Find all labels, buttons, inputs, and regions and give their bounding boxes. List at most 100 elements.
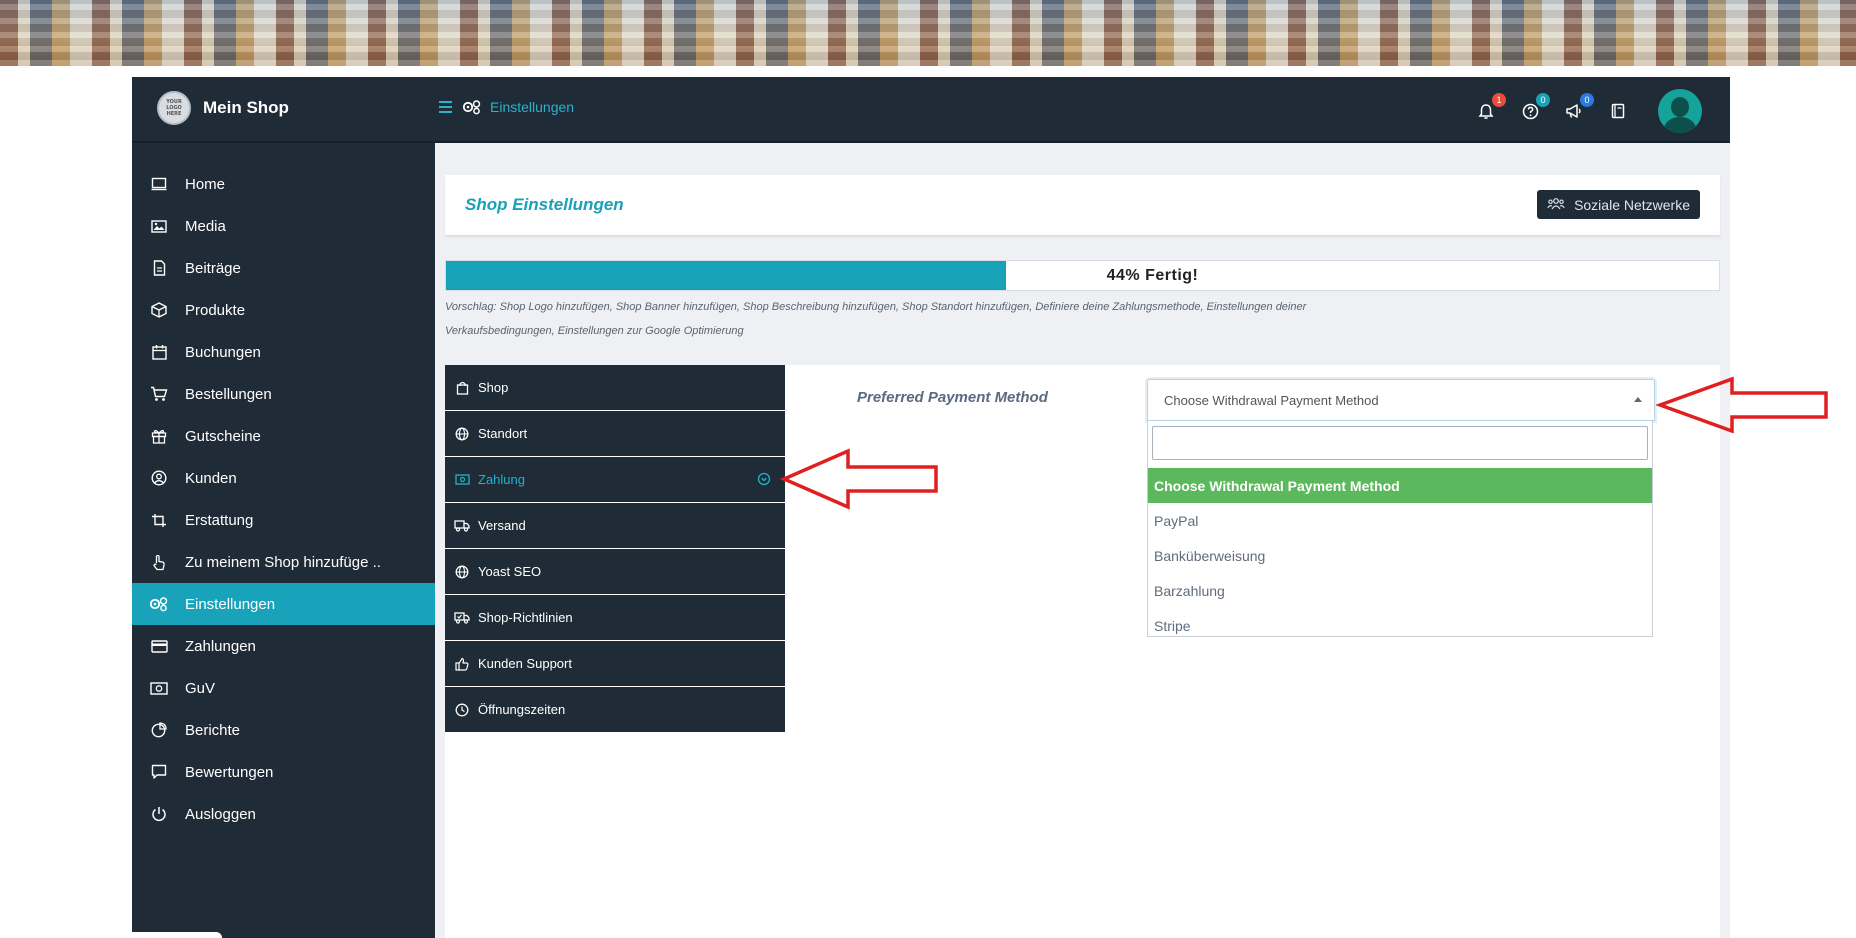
sidebar-item-beitraege[interactable]: Beiträge [132, 247, 435, 289]
payment-method-dropdown: Choose Withdrawal Payment Method PayPal … [1147, 421, 1653, 637]
select-current-value: Choose Withdrawal Payment Method [1164, 393, 1379, 408]
tab-yoast-seo[interactable]: Yoast SEO [445, 549, 785, 595]
document-icon [148, 259, 170, 277]
main-content: Shop Einstellungen Soziale Netzwerke 44%… [435, 143, 1730, 938]
sidebar-item-gutscheine[interactable]: Gutscheine [132, 415, 435, 457]
dropdown-search-input[interactable] [1152, 426, 1648, 460]
sidebar-item-label: Produkte [185, 301, 246, 319]
progress-label: 44% Fertig! [1106, 266, 1199, 284]
settings-tabs: Shop Standort Zahlung Versand Yoast SEO … [445, 365, 785, 733]
crop-icon [148, 511, 170, 529]
page-title: Shop Einstellungen [465, 195, 624, 214]
sidebar-item-label: GuV [185, 679, 216, 697]
chevron-circle-icon [757, 472, 771, 489]
sidebar-item-label: Berichte [185, 721, 241, 739]
calendar-icon [148, 343, 170, 361]
shopping-bag-icon [454, 380, 470, 396]
sidebar-item-label: Einstellungen [185, 595, 276, 613]
credit-card-icon [148, 637, 170, 655]
tab-label: Zahlung [478, 472, 525, 487]
option-choose-method[interactable]: Choose Withdrawal Payment Method [1148, 468, 1652, 503]
monitor-icon [148, 175, 170, 193]
user-avatar[interactable] [1658, 89, 1702, 133]
breadcrumb-current[interactable]: Einstellungen [490, 99, 574, 115]
social-networks-label: Soziale Netzwerke [1574, 196, 1690, 213]
help-badge: 0 [1536, 93, 1550, 107]
tab-label: Öffnungszeiten [478, 702, 566, 717]
sidebar-item-bewertungen[interactable]: Bewertungen [132, 751, 435, 793]
sidebar-item-label: Bestellungen [185, 385, 272, 403]
tab-label: Versand [478, 518, 526, 533]
sidebar-item-bestellungen[interactable]: Bestellungen [132, 373, 435, 415]
completion-progress-bar: 44% Fertig! [445, 260, 1720, 291]
sidebar-item-ausloggen[interactable]: Ausloggen [132, 793, 435, 835]
gift-icon [148, 427, 170, 445]
sidebar-item-buchungen[interactable]: Buchungen [132, 331, 435, 373]
tab-label: Kunden Support [478, 656, 572, 671]
thumbs-up-icon [454, 656, 470, 672]
caret-up-icon [1634, 397, 1642, 402]
sidebar-item-label: Kunden [185, 469, 237, 487]
sidebar-item-label: Beiträge [185, 259, 241, 277]
annotation-arrow-left-select [1656, 376, 1828, 434]
tab-standort[interactable]: Standort [445, 411, 785, 457]
megaphone-icon[interactable]: 0 [1564, 93, 1594, 121]
tab-label: Standort [478, 426, 528, 441]
comment-icon [148, 763, 170, 781]
tab-zahlung[interactable]: Zahlung [445, 457, 785, 503]
sidebar-item-berichte[interactable]: Berichte [132, 709, 435, 751]
sidebar-item-guv[interactable]: GuV [132, 667, 435, 709]
box-icon [148, 301, 170, 319]
breadcrumb: Einstellungen [438, 99, 574, 115]
sidebar-item-label: Zu meinem Shop hinzufüge .. [185, 553, 381, 571]
sidebar-item-media[interactable]: Media [132, 205, 435, 247]
users-icon [1547, 197, 1565, 213]
gears-icon [148, 595, 170, 613]
preferred-payment-label: Preferred Payment Method [857, 389, 1048, 406]
top-bar: YOUR LOGO HERE Mein Shop Einstellungen 1… [132, 77, 1730, 143]
tab-shop[interactable]: Shop [445, 365, 785, 411]
tab-kunden-support[interactable]: Kunden Support [445, 641, 785, 687]
social-networks-button[interactable]: Soziale Netzwerke [1537, 190, 1700, 219]
image-icon [148, 217, 170, 235]
tab-label: Shop-Richtlinien [478, 610, 573, 625]
power-icon [148, 805, 170, 823]
book-icon[interactable] [1608, 101, 1628, 121]
notification-badge: 1 [1492, 93, 1506, 107]
truck-icon [454, 518, 470, 534]
bell-icon[interactable]: 1 [1476, 93, 1506, 121]
top-icons: 1 0 0 [1476, 89, 1702, 133]
sidebar-item-einstellungen[interactable]: Einstellungen [132, 583, 435, 625]
page-header-card: Shop Einstellungen Soziale Netzwerke [445, 175, 1720, 235]
settings-card: Shop Standort Zahlung Versand Yoast SEO … [445, 365, 1720, 938]
shipping-policy-icon [454, 610, 470, 626]
tab-label: Yoast SEO [478, 564, 542, 579]
hand-pointer-icon [148, 553, 170, 571]
sidebar-item-label: Erstattung [185, 511, 254, 529]
brand[interactable]: YOUR LOGO HERE Mein Shop [157, 91, 289, 125]
sidebar-item-home[interactable]: Home [132, 163, 435, 205]
globe-icon [454, 564, 470, 580]
sidebar-item-label: Zahlungen [185, 637, 256, 655]
option-stripe[interactable]: Stripe [1148, 608, 1652, 643]
sidebar-item-label: Gutscheine [185, 427, 261, 445]
sidebar-item-kunden[interactable]: Kunden [132, 457, 435, 499]
payment-method-select[interactable]: Choose Withdrawal Payment Method [1147, 379, 1655, 421]
help-icon[interactable]: 0 [1520, 93, 1550, 121]
option-barzahlung[interactable]: Barzahlung [1148, 573, 1652, 608]
pie-chart-icon [148, 721, 170, 739]
globe-icon [454, 426, 470, 442]
sidebar-item-produkte[interactable]: Produkte [132, 289, 435, 331]
sidebar-item-label: Ausloggen [185, 805, 256, 823]
sidebar-item-label: Buchungen [185, 343, 261, 361]
sidebar-item-add-to-shop[interactable]: Zu meinem Shop hinzufüge .. [132, 541, 435, 583]
tab-versand[interactable]: Versand [445, 503, 785, 549]
option-paypal[interactable]: PayPal [1148, 503, 1652, 538]
hamburger-menu-icon[interactable] [438, 100, 454, 114]
option-bankueberweisung[interactable]: Banküberweisung [1148, 538, 1652, 573]
tab-oeffnungszeiten[interactable]: Öffnungszeiten [445, 687, 785, 733]
user-circle-icon [148, 469, 170, 487]
sidebar-item-erstattung[interactable]: Erstattung [132, 499, 435, 541]
sidebar-item-zahlungen[interactable]: Zahlungen [132, 625, 435, 667]
tab-shop-richtlinien[interactable]: Shop-Richtlinien [445, 595, 785, 641]
